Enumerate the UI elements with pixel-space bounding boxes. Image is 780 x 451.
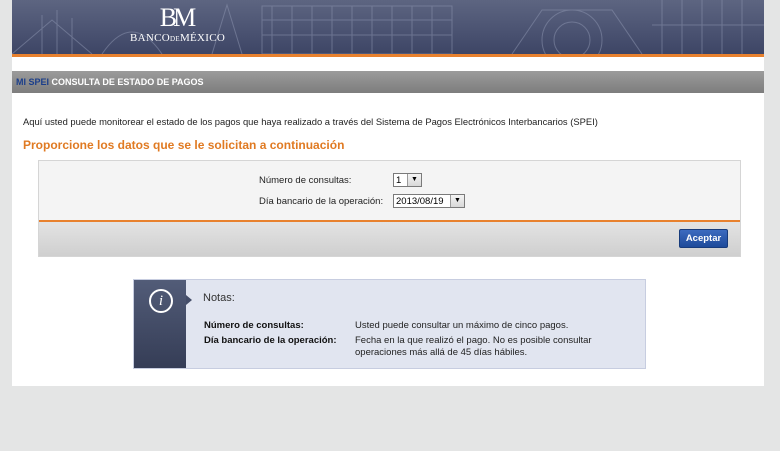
consultas-label: Número de consultas: [259, 175, 352, 186]
banner-accent-line [12, 54, 764, 57]
intro-text: Aquí usted puede monitorear el estado de… [23, 116, 598, 127]
banner-architecture-pattern [12, 0, 764, 54]
logo-text-mexico: MÉXICO [179, 32, 226, 44]
notes-panel: i Notas: Número de consultas: Usted pued… [133, 279, 646, 369]
logo-monogram: BM [159, 3, 196, 32]
note-label-consultas: Número de consultas: [204, 320, 304, 331]
logo-wordmark: BANCODEMÉXICO [130, 32, 226, 44]
fecha-select[interactable]: 2013/08/19 ▼ [393, 194, 465, 208]
form-heading: Proporcione los datos que se le solicita… [23, 138, 345, 152]
page-container: BM BANCODEMÉXICO MI SPEI CONSULTA DE EST… [12, 0, 764, 386]
notes-icon-strip: i [134, 280, 186, 368]
aceptar-button[interactable]: Aceptar [679, 229, 728, 248]
notes-pointer [186, 295, 192, 305]
logo-text-de: DE [170, 35, 180, 43]
info-icon: i [149, 289, 173, 313]
section-brand: MI SPEI [16, 77, 50, 87]
dropdown-arrow-icon[interactable]: ▼ [407, 174, 421, 186]
consultas-select-value: 1 [396, 175, 402, 186]
logo-text-banco: BANCO [130, 32, 171, 44]
section-title: CONSULTA DE ESTADO DE PAGOS [51, 77, 204, 87]
notes-title: Notas: [203, 292, 235, 304]
note-label-fecha: Día bancario de la operación: [204, 335, 337, 346]
fecha-label: Día bancario de la operación: [259, 196, 384, 207]
section-title-bar: MI SPEI CONSULTA DE ESTADO DE PAGOS [12, 71, 764, 93]
fecha-select-value: 2013/08/19 [396, 196, 444, 207]
note-desc-consultas: Usted puede consultar un máximo de cinco… [355, 320, 569, 331]
consultas-select[interactable]: 1 ▼ [393, 173, 422, 187]
query-form: Número de consultas: 1 ▼ Día bancario de… [38, 160, 741, 257]
dropdown-arrow-icon[interactable]: ▼ [450, 195, 464, 207]
form-action-bar [39, 222, 740, 256]
header-banner: BM BANCODEMÉXICO [12, 0, 764, 54]
note-desc-fecha: Fecha en la que realizó el pago. No es p… [355, 335, 592, 358]
banco-de-mexico-logo[interactable]: BM BANCODEMÉXICO [130, 3, 226, 50]
form-fields-area: Número de consultas: 1 ▼ Día bancario de… [39, 161, 740, 220]
